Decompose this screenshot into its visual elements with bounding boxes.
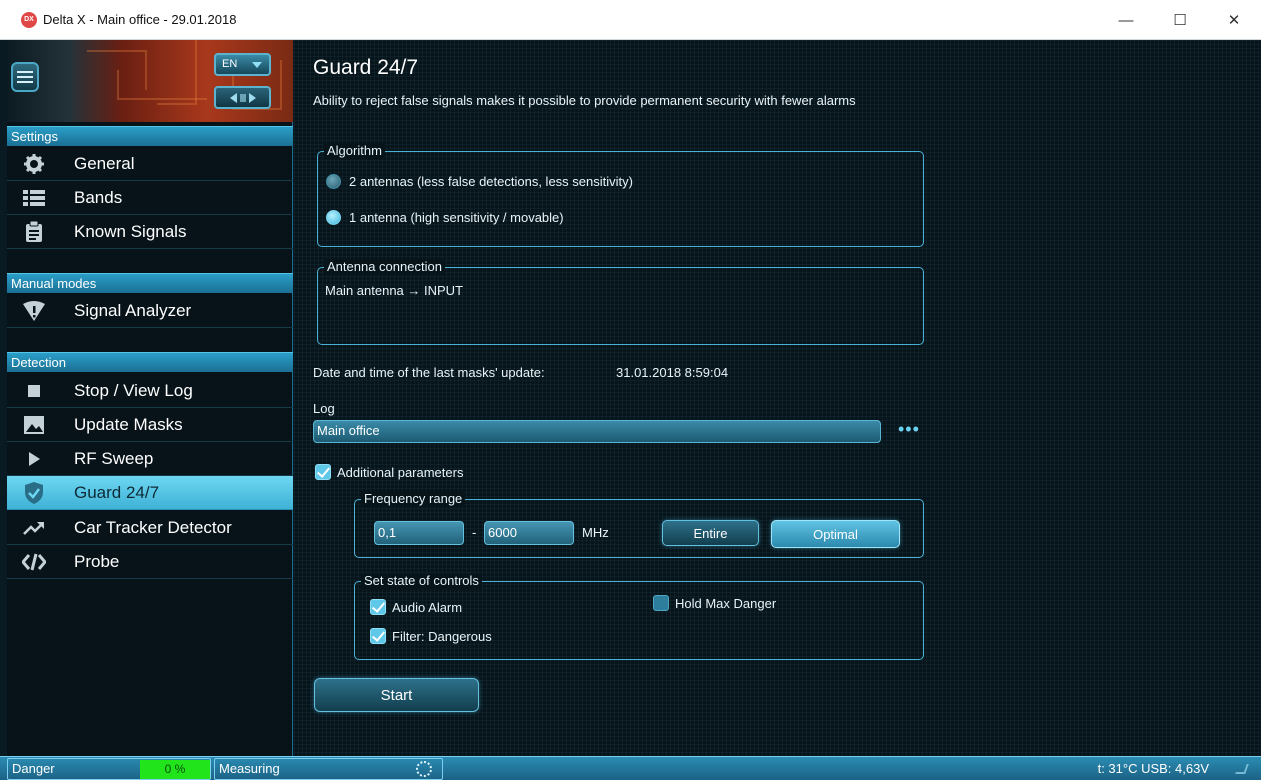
sidebar-item-known-signals[interactable]: Known Signals — [7, 215, 293, 249]
checkbox-label: Filter: Dangerous — [392, 628, 492, 644]
clipboard-icon — [21, 219, 47, 245]
temperature-usb-readout: t: 31°C USB: 4,63V — [1097, 761, 1209, 776]
sidebar-item-update-masks[interactable]: Update Masks — [7, 408, 293, 442]
controls-group-title: Set state of controls — [361, 573, 482, 589]
sidebar-item-stop-view-log[interactable]: Stop / View Log — [7, 374, 293, 408]
algorithm-option-2-antennas[interactable]: 2 antennas (less false detections, less … — [326, 174, 633, 189]
play-icon — [21, 446, 47, 472]
log-label: Log — [313, 401, 335, 416]
code-icon — [21, 549, 47, 575]
sidebar-item-label: Bands — [74, 187, 123, 207]
checkbox-checked[interactable] — [370, 599, 386, 615]
log-browse-button[interactable]: ••• — [898, 420, 920, 438]
sidebar: EN Settings General Bands Known Signals … — [7, 40, 293, 756]
resize-grip-icon[interactable] — [1235, 764, 1249, 774]
sidebar-item-general[interactable]: General — [7, 147, 293, 181]
language-dropdown[interactable]: EN — [214, 53, 271, 76]
sidebar-item-label: Car Tracker Detector — [74, 517, 232, 537]
radio-label: 1 antenna (high sensitivity / movable) — [349, 210, 564, 225]
menu-line-icon — [17, 81, 33, 83]
additional-parameters-checkbox[interactable]: Additional parameters — [315, 464, 463, 480]
checkbox-label: Hold Max Danger — [675, 595, 777, 611]
chevron-down-icon — [252, 62, 262, 68]
sidebar-item-label: Update Masks — [74, 414, 183, 434]
log-input[interactable]: Main office — [313, 420, 881, 443]
radio-label: 2 antennas (less false detections, less … — [349, 174, 633, 189]
entire-button[interactable]: Entire — [662, 520, 759, 546]
optimal-button[interactable]: Optimal — [771, 520, 900, 548]
hamburger-menu-button[interactable] — [11, 62, 39, 92]
sidebar-item-label: Signal Analyzer — [74, 300, 192, 320]
gear-icon — [21, 151, 47, 177]
page-title: Guard 24/7 — [313, 56, 419, 79]
checkbox-label: Audio Alarm — [392, 599, 463, 615]
minimize-button[interactable]: — — [1099, 0, 1153, 40]
language-value: EN — [222, 58, 238, 70]
sidebar-item-label: RF Sweep — [74, 448, 154, 468]
danger-label: Danger — [12, 761, 55, 776]
measuring-label: Measuring — [219, 761, 280, 776]
sidebar-item-guard[interactable]: Guard 24/7 — [7, 476, 293, 510]
section-detection: Detection — [7, 352, 293, 372]
sidebar-item-probe[interactable]: Probe — [7, 545, 293, 579]
status-bar: Danger 0 % Measuring t: 31°C USB: 4,63V — [0, 756, 1261, 780]
toggle-arrows-icon — [229, 92, 256, 103]
algorithm-option-1-antenna[interactable]: 1 antenna (high sensitivity / movable) — [326, 210, 564, 225]
shield-check-icon — [21, 480, 47, 506]
main-panel: Guard 24/7 Ability to reject false signa… — [294, 40, 1261, 756]
view-toggle-button[interactable] — [214, 86, 271, 109]
app-logo-icon: DX — [21, 11, 37, 28]
radio-button[interactable] — [326, 174, 341, 189]
title-bar: DX Delta X - Main office - 29.01.2018 — … — [0, 0, 1261, 40]
controls-state-group: Set state of controls Audio Alarm Filter… — [354, 573, 924, 660]
menu-line-icon — [17, 71, 33, 73]
sidebar-item-signal-analyzer[interactable]: Signal Analyzer — [7, 294, 293, 328]
frequency-to-input[interactable]: 6000 — [484, 521, 574, 545]
section-manual-modes: Manual modes — [7, 273, 293, 293]
frequency-dash: - — [472, 525, 477, 540]
stop-icon — [21, 378, 47, 404]
antenna-connection-group: Antenna connection Main antenna → INPUT — [317, 259, 924, 345]
antenna-group-title: Antenna connection — [324, 259, 445, 275]
image-icon — [21, 412, 47, 438]
sidebar-item-label: Known Signals — [74, 221, 187, 241]
section-settings: Settings — [7, 126, 293, 146]
algorithm-group-title: Algorithm — [324, 143, 385, 159]
frequency-from-input[interactable]: 0,1 — [374, 521, 464, 545]
checkbox-unchecked[interactable] — [653, 595, 669, 611]
frequency-group-title: Frequency range — [361, 491, 466, 507]
filter-dangerous-checkbox[interactable]: Filter: Dangerous — [370, 628, 492, 644]
start-button[interactable]: Start — [314, 678, 479, 712]
audio-alarm-checkbox[interactable]: Audio Alarm — [370, 599, 462, 615]
algorithm-group: Algorithm 2 antennas (less false detecti… — [317, 143, 924, 247]
trending-up-icon — [21, 515, 47, 541]
sidebar-item-label: General — [74, 153, 135, 173]
close-button[interactable]: ✕ — [1207, 0, 1261, 40]
sidebar-item-bands[interactable]: Bands — [7, 181, 293, 215]
window-title: Delta X - Main office - 29.01.2018 — [43, 12, 237, 27]
sidebar-item-label: Guard 24/7 — [74, 482, 160, 502]
checkbox-checked[interactable] — [315, 464, 331, 480]
maximize-button[interactable]: ☐ — [1153, 0, 1207, 40]
frequency-range-group: Frequency range 0,1 - 6000 MHz Entire Op… — [354, 491, 924, 558]
antenna-connection-text: Main antenna → INPUT — [325, 283, 464, 298]
menu-line-icon — [17, 76, 33, 78]
page-description: Ability to reject false signals makes it… — [313, 93, 856, 108]
sidebar-item-label: Probe — [74, 551, 120, 571]
window-controls: — ☐ ✕ — [1099, 0, 1261, 40]
list-icon — [21, 185, 47, 211]
frequency-unit: MHz — [582, 525, 609, 540]
signal-shield-icon — [21, 298, 47, 324]
checkbox-checked[interactable] — [370, 628, 386, 644]
loading-spinner-icon — [416, 761, 432, 777]
radio-button-selected[interactable] — [326, 210, 341, 225]
masks-update-value: 31.01.2018 8:59:04 — [616, 365, 729, 380]
sidebar-item-label: Stop / View Log — [74, 380, 193, 400]
checkbox-label: Additional parameters — [337, 464, 464, 480]
hold-max-danger-checkbox[interactable]: Hold Max Danger — [653, 595, 776, 611]
masks-update-label: Date and time of the last masks' update: — [313, 365, 545, 380]
sidebar-item-car-tracker-detector[interactable]: Car Tracker Detector — [7, 511, 293, 545]
danger-meter: 0 % — [140, 760, 210, 779]
sidebar-item-rf-sweep[interactable]: RF Sweep — [7, 442, 293, 476]
